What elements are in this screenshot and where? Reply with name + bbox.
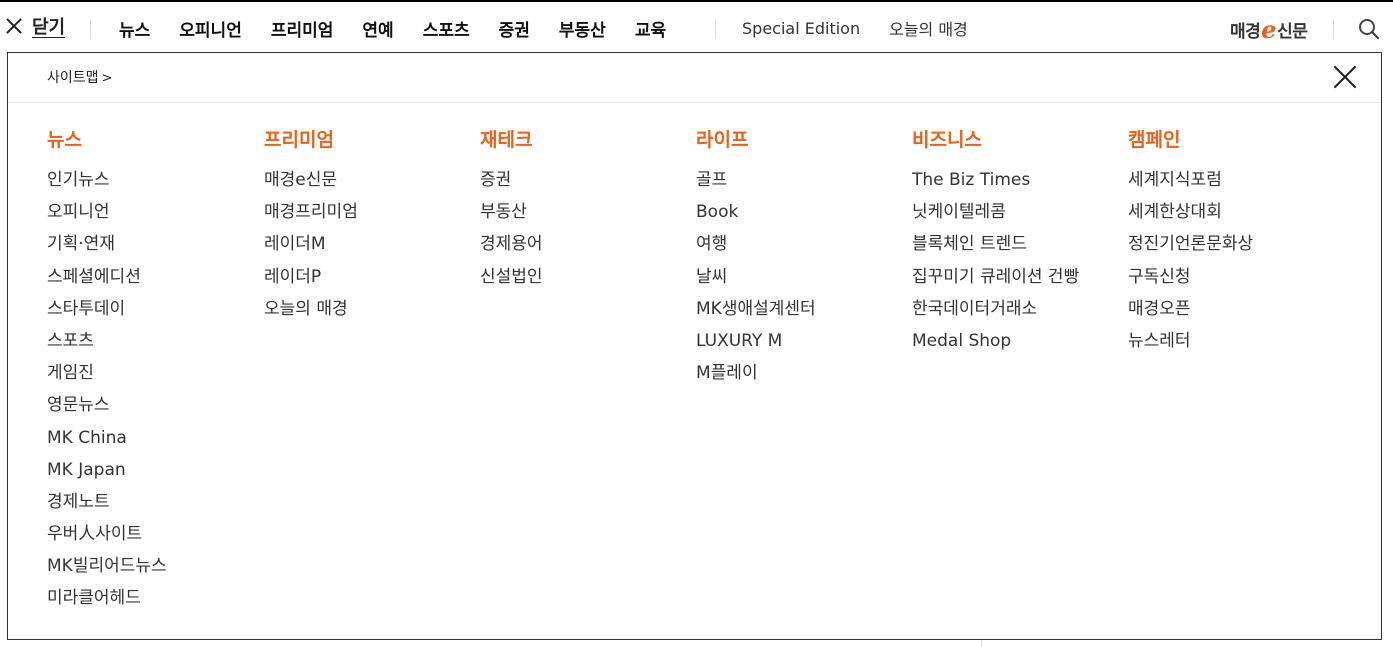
sitemap-link-item[interactable]: 정진기언론문화상 [1128,231,1253,263]
nav-item-special-edition[interactable]: Special Edition [742,19,860,38]
sub-nav: Special Edition 오늘의 매경 [742,14,968,42]
divider [981,640,982,647]
sitemap-link-item[interactable]: 뉴스레터 [1128,328,1253,360]
sitemap-heading-news[interactable]: 뉴스 [47,125,167,153]
search-button[interactable] [1358,18,1380,40]
nav-item-sports[interactable]: 스포츠 [423,16,470,41]
sitemap-link-item[interactable]: Medal Shop [912,328,1079,360]
chevron-right-icon: > [101,71,113,86]
sitemap-link-item[interactable]: Book [696,199,816,231]
sitemap-link[interactable]: 사이트맵 > [47,67,112,87]
sitemap-link-item[interactable]: 미라클어헤드 [47,585,167,617]
sitemap-heading-business[interactable]: 비즈니스 [912,125,1079,153]
logo-text-suffix: 신문 [1277,21,1308,42]
main-nav: 뉴스 오피니언 프리미엄 연예 스포츠 증권 부동산 교육 [119,14,666,42]
sitemap-heading-life[interactable]: 라이프 [696,125,816,153]
close-menu-label: 닫기 [32,17,66,38]
sitemap-link-item[interactable]: 우버人사이트 [47,521,167,553]
nav-item-real-estate[interactable]: 부동산 [559,16,606,41]
logo-text-prefix: 매경 [1230,21,1261,42]
sitemap-link-item[interactable]: MK생애설계센터 [696,296,816,328]
sitemap-panel: 사이트맵 > 뉴스인기뉴스 오피니언 기획·연재 스페셜에디션 스타투데이 스포츠 게임진 영문… [7,52,1382,640]
sitemap-link-item[interactable]: 골프 [696,167,816,199]
sitemap-link-item[interactable]: 세계지식포럼 [1128,167,1253,199]
top-bar: 닫기 뉴스 오피니언 프리미엄 연예 스포츠 증권 부동산 교육 Special… [0,0,1393,52]
sitemap-link-item[interactable]: 증권 [480,167,543,199]
sitemap-link-item[interactable]: 구독신청 [1128,264,1253,296]
nav-item-today-mk[interactable]: 오늘의 매경 [889,16,968,40]
sitemap-link-item[interactable]: The Biz Times [912,167,1079,199]
sitemap-link-item[interactable]: 레이더M [264,231,358,263]
sitemap-link-item[interactable]: 부동산 [480,199,543,231]
sitemap-link-item[interactable]: 오피니언 [47,199,167,231]
sitemap-link-item[interactable]: 오늘의 매경 [264,296,358,328]
sitemap-heading-premium[interactable]: 프리미엄 [264,125,358,153]
sitemap-link-item[interactable]: 집꾸미기 큐레이션 건빵 [912,264,1079,296]
divider [90,19,91,39]
sitemap-link-item[interactable]: LUXURY M [696,328,816,360]
nav-item-news[interactable]: 뉴스 [119,16,150,41]
sitemap-link-item[interactable]: MK빌리어드뉴스 [47,553,167,585]
sitemap-link-item[interactable]: 경제용어 [480,231,543,263]
sitemap-link-item[interactable]: 스포츠 [47,328,167,360]
nav-item-education[interactable]: 교육 [635,16,666,41]
sitemap-link-label: 사이트맵 [47,70,99,86]
sitemap-column-business: 비즈니스 The Biz Times 닛케이텔레콤 블록체인 트렌드 집꾸미기 큐레이션… [912,125,1079,360]
sitemap-link-item[interactable]: 날씨 [696,264,816,296]
sitemap-link-item[interactable]: 세계한상대회 [1128,199,1253,231]
sitemap-header: 사이트맵 > [8,53,1381,103]
sitemap-link-item[interactable]: 인기뉴스 [47,167,167,199]
sitemap-link-item[interactable]: 신설법인 [480,264,543,296]
sitemap-column-life: 라이프골프 Book 여행 날씨 MK생애설계센터 LUXURY M M플레이 [696,125,816,392]
sitemap-link-item[interactable]: 기획·연재 [47,231,167,263]
sitemap-link-item[interactable]: 게임진 [47,360,167,392]
sitemap-link-item[interactable]: 한국데이터거래소 [912,296,1079,328]
sitemap-link-item[interactable]: 매경프리미엄 [264,199,358,231]
sitemap-link-item[interactable]: 매경오픈 [1128,296,1253,328]
sitemap-column-premium: 프리미엄매경e신문 매경프리미엄 레이더M 레이더P 오늘의 매경 [264,125,358,328]
sitemap-link-item[interactable]: MK Japan [47,457,167,489]
nav-item-premium[interactable]: 프리미엄 [271,16,334,41]
sitemap-heading-finance[interactable]: 재테크 [480,125,543,153]
sitemap-link-item[interactable]: 경제노트 [47,489,167,521]
sitemap-heading-campaign[interactable]: 캠페인 [1128,125,1253,153]
sitemap-link-item[interactable]: 블록체인 트렌드 [912,231,1079,263]
logo-e: e [1261,14,1277,44]
close-menu-button[interactable]: 닫기 [5,12,65,40]
sitemap-link-item[interactable]: M플레이 [696,360,816,392]
sitemap-link-item[interactable]: 영문뉴스 [47,392,167,424]
nav-item-entertainment[interactable]: 연예 [362,16,393,41]
divider [1333,19,1334,39]
sitemap-link-item[interactable]: 레이더P [264,264,358,296]
sitemap-link-item[interactable]: 스페셜에디션 [47,264,167,296]
sitemap-link-item[interactable]: 스타투데이 [47,296,167,328]
sitemap-column-news: 뉴스인기뉴스 오피니언 기획·연재 스페셜에디션 스타투데이 스포츠 게임진 영문뉴스 MK C… [47,125,167,618]
search-icon [1359,19,1380,40]
sitemap-column-finance: 재테크증권 부동산 경제용어 신설법인 [480,125,543,296]
divider [715,19,716,39]
sitemap-link-item[interactable]: 닛케이텔레콤 [912,199,1079,231]
nav-item-opinion[interactable]: 오피니언 [179,16,242,41]
brand-logo[interactable]: 매경 e 신문 [1230,14,1308,44]
close-icon[interactable] [1333,65,1357,89]
close-icon [5,17,23,35]
sitemap-link-item[interactable]: 여행 [696,231,816,263]
nav-item-stocks[interactable]: 증권 [499,16,530,41]
sitemap-column-campaign: 캠페인세계지식포럼 세계한상대회 정진기언론문화상 구독신청 매경오픈 뉴스레터 [1128,125,1253,360]
sitemap-link-item[interactable]: MK China [47,425,167,457]
sitemap-link-item[interactable]: 매경e신문 [264,167,358,199]
